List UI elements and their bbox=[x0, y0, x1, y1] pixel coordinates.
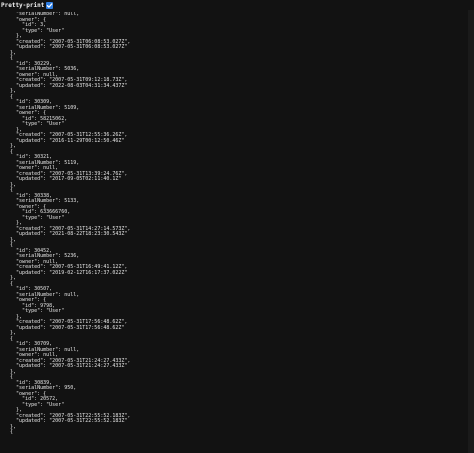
pretty-print-label: Pretty-print bbox=[1, 1, 45, 9]
json-line: { bbox=[4, 429, 14, 435]
pretty-print-toolbar: Pretty-print bbox=[0, 0, 54, 11]
pretty-print-checkbox[interactable] bbox=[46, 2, 54, 9]
json-content: "serialNumber": null, "owner": { "id": 3… bbox=[4, 12, 464, 453]
vertical-scrollbar[interactable] bbox=[468, 10, 474, 453]
checkmark-icon bbox=[47, 3, 53, 8]
